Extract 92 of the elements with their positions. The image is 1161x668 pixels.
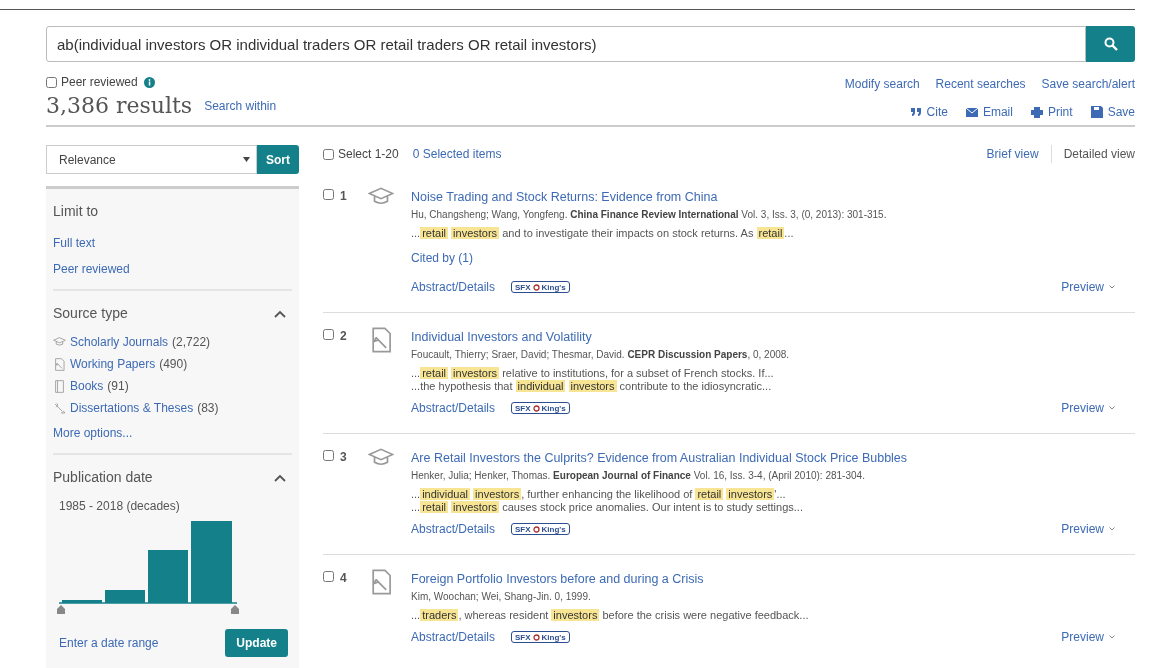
chevron-down-icon[interactable] [1109,406,1115,410]
update-button[interactable]: Update [225,629,288,657]
snippet-text: ... traders , whereas resident investors before the crisis were negative feedback... [411,609,810,622]
book-icon [53,379,66,393]
view-tab[interactable]: Brief view [974,147,1039,161]
abstract-details-link[interactable]: Abstract/Details [411,280,496,294]
checkbox-label: Select 1-20 [338,147,399,161]
citation-text: Henker, Julia; Henker, Thomas. European Journal of Finance Vol. 16, Iss. 3-4, (April 2010): 281-304. [411,470,866,481]
result-count: 3,386 results [46,93,193,118]
result-number: 3 [340,450,347,464]
action-link[interactable]: Cite [909,105,948,119]
preview-link[interactable]: Preview [1061,522,1104,536]
result-number: 4 [340,571,347,585]
date-range-link[interactable]: Enter a date range [59,636,159,650]
mortarboard-icon [368,448,394,467]
date-range-label: 1985 - 2018 (decades) [58,499,181,513]
action-link[interactable]: Print [1030,105,1073,119]
quote-icon [909,107,922,117]
snippet-text: ... retail investors causes stock price anomalies. Our intent is to study settings... [411,501,804,514]
cited-by-link[interactable]: Cited by (1) [411,251,474,265]
chevron-down-icon[interactable] [1109,285,1115,289]
result-checkbox[interactable] [323,450,334,461]
checkbox-label: Peer reviewed [61,75,138,89]
chevron-up-icon[interactable] [274,474,286,482]
snippet-text: ...the hypothesis that individual investors contribute to the idiosyncratic... [411,380,773,393]
snippet-text: ... retail investors and to investigate their impacts on stock returns. As retail ... [411,227,795,240]
abstract-details-link[interactable]: Abstract/Details [411,630,496,644]
result-title-link[interactable]: Noise Trading and Stock Returns: Evidence from China [411,190,718,204]
preview-link[interactable]: Preview [1061,630,1104,644]
dropdown-caret-icon [243,157,250,162]
source-count: (91) [107,379,129,393]
info-icon[interactable] [143,76,155,88]
result-number: 1 [340,189,347,203]
view-tab[interactable]: Detailed view [1051,147,1135,161]
toolbar-link[interactable]: Modify search [844,77,920,91]
filter-link[interactable]: Full text [53,236,95,250]
search-button[interactable] [1086,26,1135,62]
select-all-checkbox[interactable] [323,148,334,160]
source-count: (2,722) [172,335,211,349]
chevron-up-icon[interactable] [274,310,286,318]
source-type-link[interactable]: Dissertations & Theses [70,401,194,415]
search-field[interactable]: ab(individual investors OR individual traders OR retail traders OR retail investors) [46,26,1086,62]
toolbar-link[interactable]: Recent searches [935,77,1026,91]
snippet-text: ... retail investors relative to institutions, for a subset of French stocks. If... [411,367,775,380]
abstract-details-link[interactable]: Abstract/Details [411,522,496,536]
section-title: Limit to [53,203,99,219]
source-count: (490) [159,357,188,371]
section-title: Publication date [53,469,153,485]
toolbar-link[interactable]: Save search/alert [1041,77,1135,91]
citation-text: Kim, Woochan; Wei, Shang-Jin. 0, 1999. [411,591,592,602]
search-icon [1103,37,1118,51]
result-title-link[interactable]: Foreign Portfolio Investors before and during a Crisis [411,572,704,586]
preview-link[interactable]: Preview [1061,280,1104,294]
mortarboard-icon [53,337,66,347]
sort-select[interactable]: Relevance [46,145,257,174]
result-number: 2 [340,329,347,343]
snippet-text: ... individual investors , further enhancing the likelihood of retail investors '... [411,488,787,501]
preview-link[interactable]: Preview [1061,401,1104,415]
section-title: Source type [53,305,128,321]
chevron-down-icon[interactable] [1109,527,1115,531]
more-options-link[interactable]: More options... [53,426,133,440]
sort-button[interactable]: Sort [257,145,299,174]
abstract-details-link[interactable]: Abstract/Details [411,401,496,415]
source-type-link[interactable]: Working Papers [70,357,156,371]
envelope-icon [965,107,978,117]
result-title-link[interactable]: Are Retail Investors the Culprits? Evidence from Australian Individual Stock Price Bubbles [411,451,908,465]
action-link[interactable]: Save [1090,105,1135,119]
histogram-bar [148,550,188,603]
link-resolver-badge[interactable]: SFX King's [511,631,570,643]
search-within-link[interactable]: Search within [204,98,277,113]
source-type-link[interactable]: Scholarly Journals [70,335,169,349]
citation-text: Hu, Changsheng; Wang, Yongfeng. China Finance Review International Vol. 3, Iss. 3, (0, 2013): 301-315. [411,209,888,220]
selected-items-link[interactable]: 0 Selected items [412,147,502,161]
filter-link[interactable]: Peer reviewed [53,262,130,276]
link-resolver-badge[interactable]: SFX King's [511,281,570,293]
link-resolver-badge[interactable]: SFX King's [511,523,570,535]
range-handle[interactable] [231,605,239,614]
source-type-link[interactable]: Books [70,379,104,393]
result-checkbox[interactable] [323,189,334,200]
histogram-bar [62,600,102,603]
result-checkbox[interactable] [323,571,334,582]
result-checkbox[interactable] [323,329,334,340]
citation-text: Foucault, Thierry; Sraer, David; Thesmar, David. CEPR Discussion Papers, 0, 2008. [411,349,791,360]
chevron-down-icon[interactable] [1109,635,1115,639]
result-title-link[interactable]: Individual Investors and Volatility [411,330,592,344]
range-handle[interactable] [57,605,65,614]
link-resolver-badge[interactable]: SFX King's [511,402,570,414]
document-pencil-icon [53,357,66,371]
source-count: (83) [197,401,219,415]
mortarboard-icon [368,187,394,206]
peer-reviewed-checkbox[interactable] [46,76,57,88]
action-link[interactable]: Email [965,105,1013,119]
